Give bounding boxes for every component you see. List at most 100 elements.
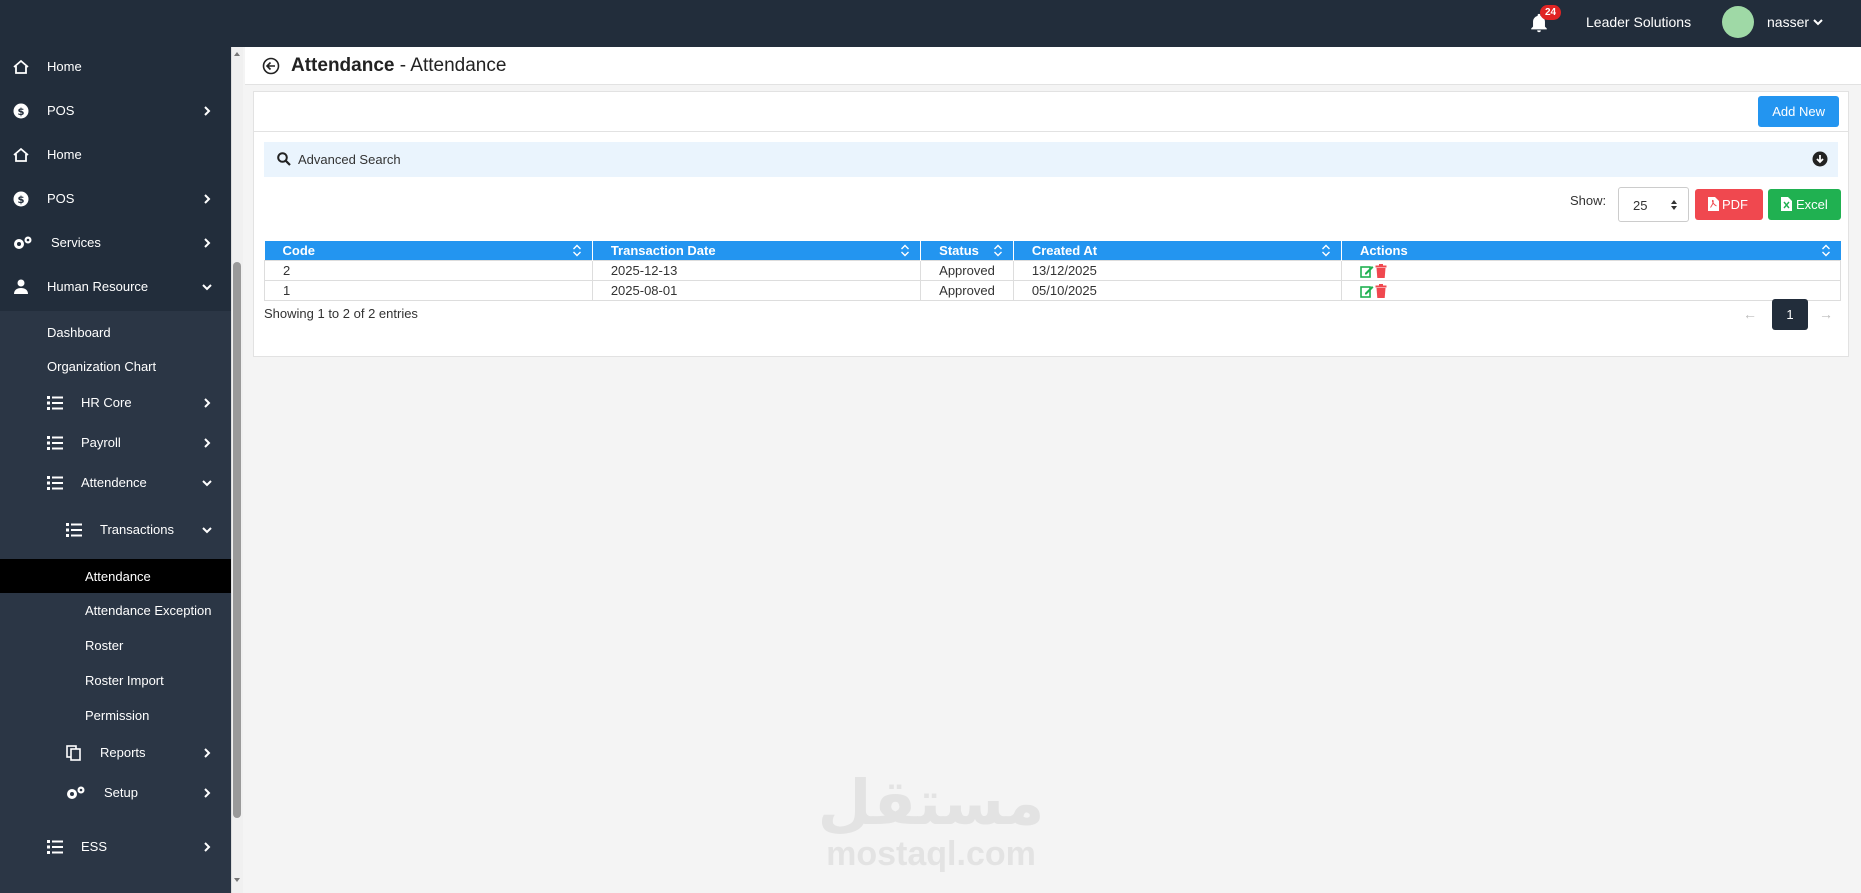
sidebar-item-roster[interactable]: Roster xyxy=(0,628,231,662)
add-new-button[interactable]: Add New xyxy=(1758,96,1839,127)
pagination-prev[interactable]: ← xyxy=(1735,306,1765,322)
column-header-label: Status xyxy=(939,242,979,258)
hr-submenu: Dashboard Organization Chart HR Core Pay… xyxy=(0,311,231,893)
export-pdf-button[interactable]: PDF xyxy=(1695,189,1763,220)
page-size-value: 25 xyxy=(1633,198,1648,213)
file-excel-icon xyxy=(1781,197,1792,211)
chevron-right-icon xyxy=(204,842,211,852)
chevron-down-icon xyxy=(202,527,212,534)
notification-badge: 24 xyxy=(1540,5,1562,20)
list-icon xyxy=(47,436,63,450)
export-pdf-label: PDF xyxy=(1722,197,1748,212)
sidebar-item-attendance-exception[interactable]: Attendance Exception xyxy=(0,593,231,627)
sidebar-item-attendance[interactable]: Attendance xyxy=(0,559,231,593)
card-header: Add New xyxy=(254,92,1848,132)
scroll-down-arrow-icon[interactable] xyxy=(233,876,241,884)
avatar[interactable] xyxy=(1722,6,1754,38)
sort-icon xyxy=(1322,244,1331,257)
export-excel-label: Excel xyxy=(1796,197,1828,212)
sidebar-item-pos-2[interactable]: $ POS xyxy=(0,181,231,217)
sort-icon xyxy=(993,244,1002,257)
cell-created-at: 05/10/2025 xyxy=(1012,279,1343,301)
dollar-circle-icon: $ xyxy=(13,103,29,119)
watermark-arabic: مستقل xyxy=(817,766,1045,839)
notification-button[interactable]: 24 xyxy=(1528,5,1562,37)
sidebar-scroll-thumb[interactable] xyxy=(233,262,241,818)
sidebar-item-dashboard[interactable]: Dashboard xyxy=(0,315,231,349)
copy-icon xyxy=(66,745,81,761)
chevron-right-icon xyxy=(204,238,211,248)
trash-icon[interactable] xyxy=(1374,263,1388,278)
page-title: Attendance - Attendance xyxy=(291,55,506,77)
sidebar-item-reports[interactable]: Reports xyxy=(0,735,231,771)
chevron-right-icon xyxy=(204,194,211,204)
back-arrow-icon[interactable] xyxy=(262,57,280,75)
sidebar-item-services[interactable]: Services xyxy=(0,225,231,261)
sidebar-item-ess[interactable]: ESS xyxy=(0,829,231,865)
select-arrows-icon xyxy=(1671,200,1677,210)
chevron-right-icon xyxy=(204,748,211,758)
advanced-search-toggle[interactable]: Advanced Search xyxy=(264,142,1838,177)
sidebar: Home $ POS Home $ POS Services Human Res… xyxy=(0,47,231,893)
top-bar: 24 Leader Solutions nasser xyxy=(0,0,1861,47)
svg-text:$: $ xyxy=(18,107,25,118)
sidebar-item-home[interactable]: Home xyxy=(0,49,231,85)
pagination-next[interactable]: → xyxy=(1811,306,1841,322)
chevron-right-icon xyxy=(204,438,211,448)
chevron-down-icon xyxy=(202,480,212,487)
edit-icon[interactable] xyxy=(1360,264,1374,278)
cell-status: Approved xyxy=(920,259,1014,281)
sidebar-item-roster-import[interactable]: Roster Import xyxy=(0,663,231,697)
table-row: 1 2025-08-01 Approved 05/10/2025 xyxy=(264,279,1841,301)
cell-status: Approved xyxy=(920,279,1014,301)
attendance-table: Code Transaction Date Status Created At … xyxy=(264,241,1841,301)
column-header-label: Code xyxy=(282,242,316,258)
column-header-label: Transaction Date xyxy=(610,242,716,258)
gears-icon xyxy=(67,786,85,799)
column-header-code[interactable]: Code xyxy=(264,241,593,260)
chevron-right-icon xyxy=(204,788,211,798)
sidebar-item-attendence[interactable]: Attendence xyxy=(0,465,231,501)
trash-icon[interactable] xyxy=(1374,283,1388,298)
column-header-created-at[interactable]: Created At xyxy=(1013,241,1343,260)
sidebar-item-payroll[interactable]: Payroll xyxy=(0,425,231,461)
user-menu[interactable]: nasser xyxy=(1767,14,1809,30)
edit-icon[interactable] xyxy=(1360,284,1374,298)
list-icon xyxy=(47,840,63,854)
cell-transaction-date: 2025-12-13 xyxy=(591,259,922,281)
sidebar-item-hr-core[interactable]: HR Core xyxy=(0,385,231,421)
cell-transaction-date: 2025-08-01 xyxy=(591,279,922,301)
sidebar-item-organization-chart[interactable]: Organization Chart xyxy=(0,349,231,383)
cell-code: 2 xyxy=(264,259,593,281)
dollar-circle-icon: $ xyxy=(13,191,29,207)
search-icon xyxy=(277,152,291,166)
scroll-up-arrow-icon[interactable] xyxy=(233,50,241,58)
advanced-search-label: Advanced Search xyxy=(298,152,401,167)
sort-icon xyxy=(572,244,581,257)
column-header-status[interactable]: Status xyxy=(920,241,1014,260)
svg-text:$: $ xyxy=(18,195,25,206)
table-row: 2 2025-12-13 Approved 13/12/2025 xyxy=(264,259,1841,281)
pagination-page-1[interactable]: 1 xyxy=(1772,299,1808,330)
sidebar-item-home-2[interactable]: Home xyxy=(0,137,231,173)
column-header-label: Created At xyxy=(1031,242,1098,258)
home-icon xyxy=(13,147,29,162)
page-size-select[interactable]: 25 xyxy=(1618,187,1689,222)
sidebar-item-pos[interactable]: $ POS xyxy=(0,93,231,129)
column-header-actions[interactable]: Actions xyxy=(1341,241,1841,260)
company-name[interactable]: Leader Solutions xyxy=(1586,14,1691,30)
export-excel-button[interactable]: Excel xyxy=(1768,189,1841,220)
sidebar-item-setup[interactable]: Setup xyxy=(0,775,231,811)
cell-code: 1 xyxy=(264,279,593,301)
cell-actions xyxy=(1341,259,1841,281)
chevron-down-icon[interactable] xyxy=(1812,16,1824,28)
arrow-circle-down-icon[interactable] xyxy=(1812,151,1828,167)
file-pdf-icon xyxy=(1708,197,1719,211)
sidebar-item-human-resource[interactable]: Human Resource xyxy=(0,269,231,305)
column-header-transaction-date[interactable]: Transaction Date xyxy=(592,241,922,260)
sidebar-item-transactions[interactable]: Transactions xyxy=(0,512,231,548)
list-icon xyxy=(66,523,82,537)
home-icon xyxy=(13,59,29,74)
user-icon xyxy=(14,279,28,294)
sidebar-item-permission[interactable]: Permission xyxy=(0,698,231,732)
